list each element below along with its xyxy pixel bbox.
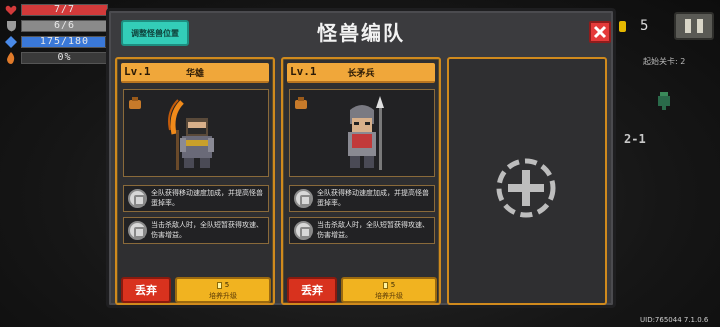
upgrade-label: 培养升级: [209, 292, 237, 300]
skill-row: 当击杀敌人时，全队短暂获得攻速、伤害增益。: [123, 217, 269, 244]
skill-icon: [294, 189, 313, 208]
spearman-sprite: [348, 96, 384, 170]
hp-bar: 7/7: [21, 4, 108, 16]
upgrade-button[interactable]: 5 培养升级: [175, 277, 271, 303]
monster-name: 长矛兵: [347, 69, 375, 79]
close-icon: [593, 25, 607, 39]
bag-icon: [294, 94, 308, 109]
empty-team-slot[interactable]: [447, 57, 607, 305]
game-screen: 7/7 6/6 175/180 0% 5 起始关卡: 2 2-1 UID:765…: [0, 0, 720, 327]
monster-card: Lv.1 长矛兵 全队获得移动速度加成，并提高怪兽蛋掉率。 当击杀敌人时，全队短…: [281, 57, 441, 305]
upgrade-label: 培养升级: [375, 292, 403, 300]
upgrade-cost-value: 5: [224, 281, 230, 289]
skill-icon: [294, 221, 313, 240]
upgrade-button[interactable]: 5 培养升级: [341, 277, 437, 303]
skill-row: 全队获得移动速度加成，并提高怪兽蛋掉率。: [123, 185, 269, 212]
flame-icon: [4, 52, 18, 64]
card-header: Lv.1 长矛兵: [287, 63, 435, 83]
armor-row: 6/6: [4, 18, 108, 34]
add-icon: [496, 158, 556, 218]
pause-button[interactable]: [674, 12, 714, 40]
armor-bar: 6/6: [21, 20, 108, 32]
discard-button[interactable]: 丢弃: [287, 277, 337, 303]
skill-icon: [128, 221, 147, 240]
coin-icon: [382, 281, 388, 289]
coin-icon: [216, 281, 222, 289]
dialog-title: 怪兽编队: [317, 21, 405, 45]
hp-text: 7/7: [53, 4, 76, 15]
hp-row: 7/7: [4, 2, 108, 18]
pause-icon-bar: [697, 19, 703, 33]
minimap-room-icon: [656, 92, 672, 110]
energy-text: 175/180: [39, 36, 90, 47]
armor-text: 6/6: [53, 20, 76, 31]
heart-icon: [4, 4, 18, 16]
upgrade-cost: 5: [343, 281, 435, 289]
crit-row: 0%: [4, 50, 108, 66]
energy-bar: 175/180: [21, 36, 108, 48]
general-warrior-sprite: [168, 99, 214, 170]
coin-icon: [619, 21, 626, 32]
monster-portrait: [123, 89, 269, 177]
energy-row: 175/180: [4, 34, 108, 50]
skill-description: 全队获得移动速度加成，并提高怪兽蛋掉率。: [151, 189, 263, 207]
crit-text: 0%: [57, 52, 72, 63]
start-level-label: 起始关卡: 2: [643, 57, 686, 66]
monster-card: Lv.1 华雄 全队获得移动速度加成，并提高怪兽蛋掉率。 当击杀敌人时，全队短暂…: [115, 57, 275, 305]
skill-description: 当击杀敌人时，全队短暂获得攻速、伤害增益。: [151, 221, 263, 239]
uid-text: UID:765044 7.1.0.6: [640, 316, 709, 324]
skill-row: 当击杀敌人时，全队短暂获得攻速、伤害增益。: [289, 217, 435, 244]
upgrade-cost: 5: [177, 281, 269, 289]
upgrade-cost-value: 5: [390, 281, 396, 289]
skill-icon: [128, 189, 147, 208]
monster-name: 华雄: [185, 69, 204, 79]
player-stats-hud: 7/7 6/6 175/180 0%: [4, 2, 108, 66]
energy-crystal-icon: [4, 36, 18, 48]
monster-portrait: [289, 89, 435, 177]
shield-icon: [4, 20, 18, 32]
monster-team-dialog: 调整怪兽位置 怪兽编队 Lv.1 华雄 全队获得移动速度加成，并提高怪兽蛋掉率。…: [106, 8, 616, 308]
stage-indicator: 2-1: [624, 132, 646, 146]
skill-row: 全队获得移动速度加成，并提高怪兽蛋掉率。: [289, 185, 435, 212]
card-header: Lv.1 华雄: [121, 63, 269, 83]
bag-icon: [128, 94, 142, 109]
pause-icon: [685, 19, 691, 33]
coin-count: 5: [640, 18, 649, 34]
discard-button[interactable]: 丢弃: [121, 277, 171, 303]
close-button[interactable]: [589, 21, 611, 43]
crit-bar: 0%: [21, 52, 108, 64]
skill-description: 当击杀敌人时，全队短暂获得攻速、伤害增益。: [317, 221, 429, 239]
skill-description: 全队获得移动速度加成，并提高怪兽蛋掉率。: [317, 189, 429, 207]
